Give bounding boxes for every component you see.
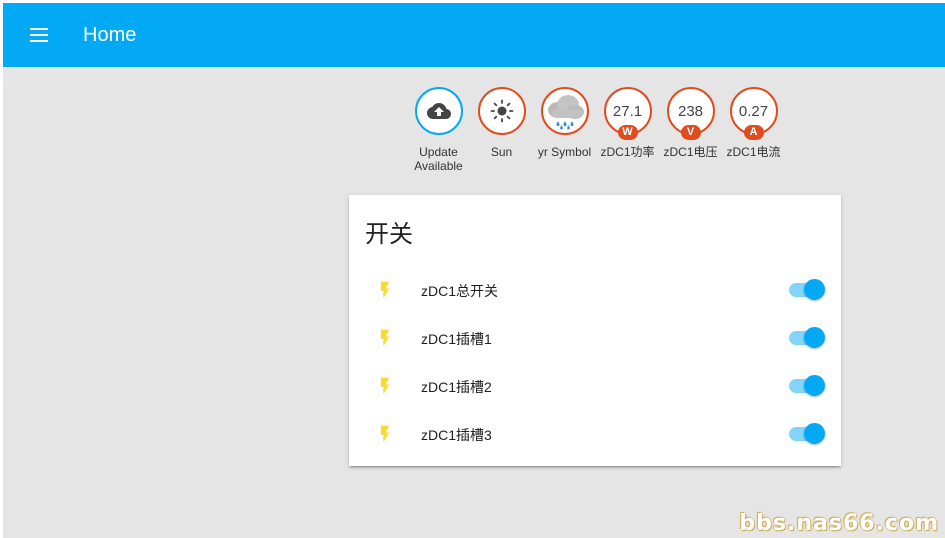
page-title: Home bbox=[83, 24, 137, 46]
flash-icon bbox=[380, 425, 390, 443]
flash-icon bbox=[380, 329, 390, 347]
switch-label: zDC1插槽2 bbox=[421, 379, 492, 395]
badge-circle bbox=[414, 87, 463, 135]
toggle-knob bbox=[804, 375, 825, 396]
badge-unit: A bbox=[743, 125, 764, 140]
switch-row-slot-1[interactable]: zDC1插槽1 bbox=[349, 317, 841, 357]
toggle-switch[interactable] bbox=[789, 423, 825, 445]
toggle-knob bbox=[804, 327, 825, 348]
badge-label: zDC1电压 bbox=[663, 145, 718, 159]
switch-label: zDC1插槽1 bbox=[421, 331, 492, 347]
menu-icon[interactable] bbox=[23, 19, 55, 51]
badge-label: Update Available bbox=[414, 145, 463, 173]
flash-icon bbox=[380, 281, 390, 299]
switch-label: zDC1插槽3 bbox=[421, 427, 492, 443]
badge-value: 238 bbox=[677, 102, 704, 120]
switch-row-slot-2[interactable]: zDC1插槽2 bbox=[349, 365, 841, 405]
rain-cloud-icon bbox=[547, 95, 584, 130]
badge-value: 0.27 bbox=[738, 102, 769, 120]
switch-label: zDC1总开关 bbox=[421, 283, 499, 299]
toggle-knob bbox=[804, 423, 825, 444]
badge-yr-symbol[interactable]: yr Symbol bbox=[533, 87, 596, 173]
badge-zdc1-current[interactable]: 0.27 A zDC1电流 bbox=[722, 87, 785, 173]
badge-zdc1-voltage[interactable]: 238 V zDC1电压 bbox=[659, 87, 722, 173]
watermark: bbs.nas66.com bbox=[739, 511, 939, 536]
badge-circle: 27.1 W bbox=[603, 87, 652, 140]
badge-value: 27.1 bbox=[612, 102, 643, 120]
card-title: 开关 bbox=[365, 221, 413, 248]
badge-unit: W bbox=[617, 125, 638, 140]
badge-update-available[interactable]: Update Available bbox=[407, 87, 470, 173]
cloud-upload-icon bbox=[426, 103, 451, 119]
badge-bar: Update Available Sun yr Symbol 27.1 W zD… bbox=[407, 87, 785, 173]
app-frame: Home Update Available Sun yr Symbol 27.1… bbox=[3, 3, 945, 538]
badge-label: zDC1功率 bbox=[600, 145, 655, 159]
badge-circle: 238 V bbox=[666, 87, 715, 140]
sun-icon bbox=[490, 99, 513, 123]
badge-circle bbox=[540, 87, 589, 135]
badge-circle: 0.27 A bbox=[729, 87, 778, 140]
toggle-switch[interactable] bbox=[789, 327, 825, 349]
flash-icon bbox=[380, 377, 390, 395]
badge-label: yr Symbol bbox=[537, 145, 592, 159]
badge-unit: V bbox=[680, 125, 701, 140]
switch-card: 开关 zDC1总开关 zDC1插槽1 zDC1插槽2 zDC1插槽3 bbox=[349, 195, 841, 466]
badge-circle bbox=[477, 87, 526, 135]
switch-row-slot-3[interactable]: zDC1插槽3 bbox=[349, 413, 841, 453]
badge-label: zDC1电流 bbox=[726, 145, 781, 159]
badge-label: Sun bbox=[490, 145, 513, 159]
toggle-knob bbox=[804, 279, 825, 300]
toggle-switch[interactable] bbox=[789, 375, 825, 397]
app-toolbar: Home bbox=[3, 3, 945, 67]
toggle-switch[interactable] bbox=[789, 279, 825, 301]
badge-zdc1-power[interactable]: 27.1 W zDC1功率 bbox=[596, 87, 659, 173]
badge-sun[interactable]: Sun bbox=[470, 87, 533, 173]
switch-row-master[interactable]: zDC1总开关 bbox=[349, 269, 841, 309]
